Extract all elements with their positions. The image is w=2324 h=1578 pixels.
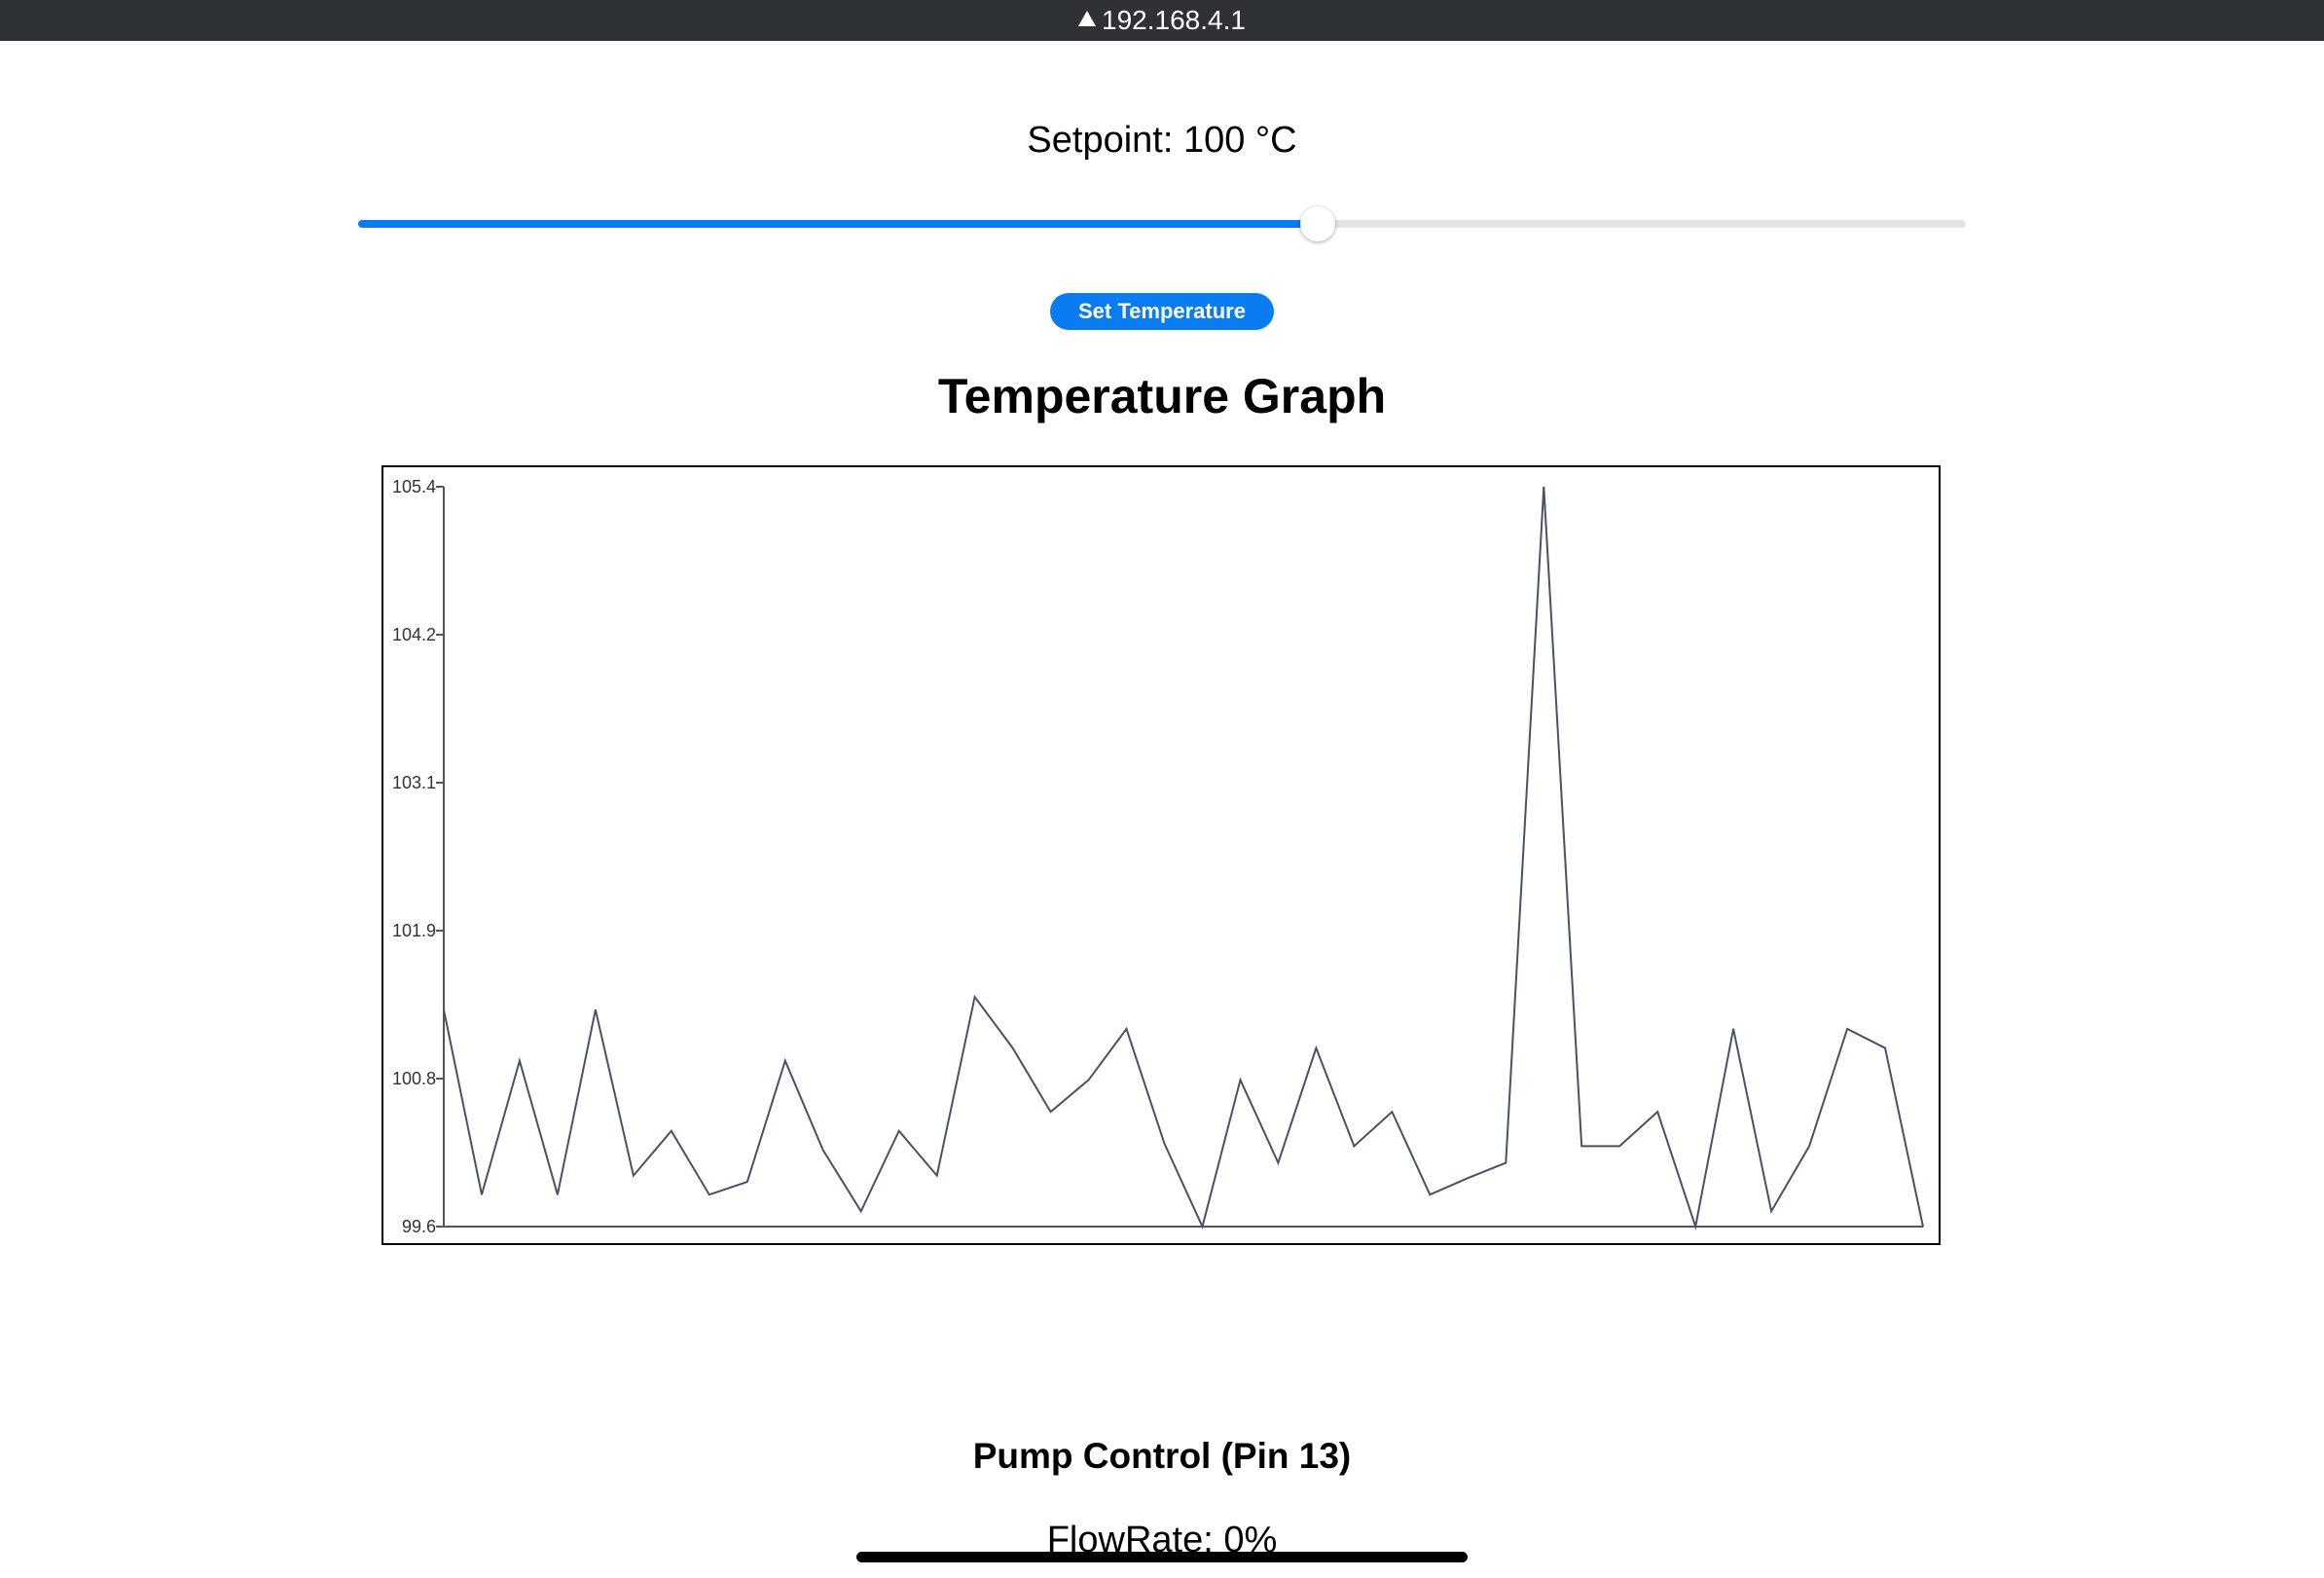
data-point: [1088, 1079, 1090, 1081]
slider-fill: [358, 220, 1319, 228]
y-tick-label: 105.4: [392, 477, 436, 496]
data-point: [1808, 1145, 1810, 1147]
data-point: [1126, 1028, 1128, 1030]
data-point: [481, 1193, 483, 1195]
data-point: [784, 1060, 786, 1062]
data-point: [443, 1009, 445, 1010]
data-point: [671, 1130, 672, 1132]
data-point: [1012, 1047, 1014, 1049]
y-tick-label: 100.8: [392, 1069, 436, 1088]
data-point: [1770, 1210, 1772, 1212]
warning-triangle-icon: [1078, 11, 1097, 26]
data-point: [1050, 1111, 1052, 1113]
status-bar: 192.168.4.1: [0, 0, 2324, 41]
data-point: [1315, 1047, 1317, 1049]
data-point: [1732, 1028, 1734, 1030]
data-point: [1543, 486, 1544, 488]
data-point: [1618, 1145, 1620, 1147]
data-point: [1846, 1028, 1848, 1030]
data-point: [1429, 1193, 1431, 1195]
data-point: [1164, 1143, 1166, 1145]
data-point: [1656, 1111, 1658, 1113]
data-point: [860, 1210, 862, 1212]
y-tick-label: 99.6: [402, 1217, 436, 1236]
data-point: [1239, 1079, 1241, 1081]
data-point: [1353, 1145, 1355, 1147]
data-point: [557, 1193, 559, 1195]
temperature-chart: 105.4 104.2 103.1 101.9 100.8 99.6: [381, 465, 1941, 1245]
data-point: [898, 1130, 900, 1132]
home-indicator[interactable]: [856, 1552, 1468, 1562]
graph-title: Temperature Graph: [937, 369, 1387, 423]
data-point: [1580, 1145, 1582, 1147]
data-point: [1277, 1161, 1279, 1163]
setpoint-label: Setpoint: 100 °C: [1027, 120, 1297, 161]
data-point: [746, 1181, 748, 1183]
data-point: [1391, 1111, 1393, 1113]
data-point: [1201, 1226, 1203, 1228]
data-point: [822, 1149, 824, 1151]
data-point: [936, 1175, 938, 1177]
data-point: [1467, 1177, 1469, 1179]
set-temperature-button[interactable]: Set Temperature: [1050, 293, 1274, 330]
data-point: [1505, 1161, 1507, 1163]
data-point: [1694, 1226, 1696, 1228]
data-point: [708, 1193, 710, 1195]
url-text[interactable]: 192.168.4.1: [1102, 5, 1246, 36]
data-point: [519, 1060, 521, 1062]
data-point: [1884, 1047, 1886, 1049]
setpoint-slider[interactable]: [358, 206, 1966, 241]
data-point: [974, 996, 976, 998]
chart-svg: 105.4 104.2 103.1 101.9 100.8 99.6: [392, 477, 1924, 1236]
y-tick-label: 104.2: [392, 625, 436, 644]
data-point: [595, 1009, 597, 1010]
pump-control-title: Pump Control (Pin 13): [972, 1436, 1352, 1476]
y-tick-label: 101.9: [392, 921, 436, 940]
y-tick-label: 103.1: [392, 773, 436, 792]
temperature-series-line: [443, 486, 1924, 1230]
slider-thumb[interactable]: [1300, 206, 1336, 241]
data-point: [633, 1175, 635, 1177]
data-point: [1922, 1226, 1924, 1228]
